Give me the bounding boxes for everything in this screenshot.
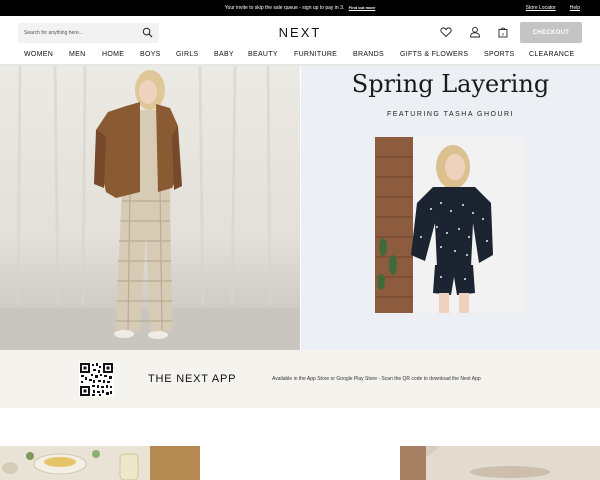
next-logo[interactable]: NEXT <box>270 25 330 40</box>
nav-item-men[interactable]: MEN <box>69 51 85 58</box>
promo-tile-interior-photo[interactable] <box>400 446 600 480</box>
svg-text:0: 0 <box>502 31 505 36</box>
hero-banner[interactable]: Spring Layering FEATURING TASHA GHOURI <box>0 66 600 350</box>
nav-item-home[interactable]: HOME <box>102 51 124 58</box>
qr-code-icon <box>79 362 114 397</box>
user-icon <box>470 26 480 38</box>
nav-item-baby[interactable]: BABY <box>214 51 234 58</box>
promo-message-row: Your invite to skip the sale queue - sig… <box>0 5 600 11</box>
nav-item-women[interactable]: WOMEN <box>24 51 53 58</box>
hero-subheading: FEATURING TASHA GHOURI <box>386 111 515 118</box>
site-header: NEXT 0 CHECKOUT <box>0 16 600 48</box>
promo-tile-food-photo[interactable] <box>0 446 200 480</box>
bag-button[interactable]: 0 <box>497 26 509 38</box>
utility-links: Store Locator Help <box>526 5 580 11</box>
nav-item-girls[interactable]: GIRLS <box>176 51 199 58</box>
favourites-button[interactable] <box>440 26 452 38</box>
main-nav: WOMEN MEN HOME BOYS GIRLS BABY BEAUTY FU… <box>0 48 600 64</box>
account-button[interactable] <box>469 26 481 38</box>
interior-photo-illustration <box>400 446 600 480</box>
heart-icon <box>440 27 452 38</box>
nav-item-gifts-flowers[interactable]: GIFTS & FLOWERS <box>400 51 468 58</box>
hero-text-panel: Spring Layering FEATURING TASHA GHOURI <box>301 66 600 350</box>
hero-photo-woman-in-suede-jacket[interactable] <box>0 66 300 350</box>
hero-headline[interactable]: Spring Layering <box>301 70 600 98</box>
app-banner-description: Available in the App Store or Google Pla… <box>272 376 481 382</box>
nav-item-sports[interactable]: SPORTS <box>484 51 514 58</box>
nav-item-brands[interactable]: BRANDS <box>353 51 384 58</box>
store-locator-link[interactable]: Store Locator <box>526 5 556 11</box>
nav-item-beauty[interactable]: BEAUTY <box>248 51 278 58</box>
nav-item-clearance[interactable]: CLEARANCE <box>529 51 575 58</box>
nav-item-boys[interactable]: BOYS <box>140 51 161 58</box>
checkout-button[interactable]: CHECKOUT <box>520 22 582 43</box>
search-input[interactable] <box>24 26 134 40</box>
app-banner-title: THE NEXT APP <box>148 373 237 385</box>
next-app-banner[interactable]: THE NEXT APP Available in the App Store … <box>0 350 600 408</box>
nav-item-furniture[interactable]: FURNITURE <box>294 51 337 58</box>
inset-photo-illustration <box>375 137 525 313</box>
hero-inset-photo-polka-dot-set[interactable] <box>375 137 525 313</box>
help-link[interactable]: Help <box>570 5 580 11</box>
promo-message: Your invite to skip the sale queue - sig… <box>224 5 345 11</box>
search-icon[interactable] <box>142 27 153 38</box>
hero-photo-illustration <box>0 66 300 350</box>
search-box[interactable] <box>18 23 159 43</box>
food-photo-illustration <box>0 446 200 480</box>
find-out-more-link[interactable]: Find out more <box>349 5 376 10</box>
promo-bar: Your invite to skip the sale queue - sig… <box>0 0 600 16</box>
bag-icon: 0 <box>498 27 508 38</box>
